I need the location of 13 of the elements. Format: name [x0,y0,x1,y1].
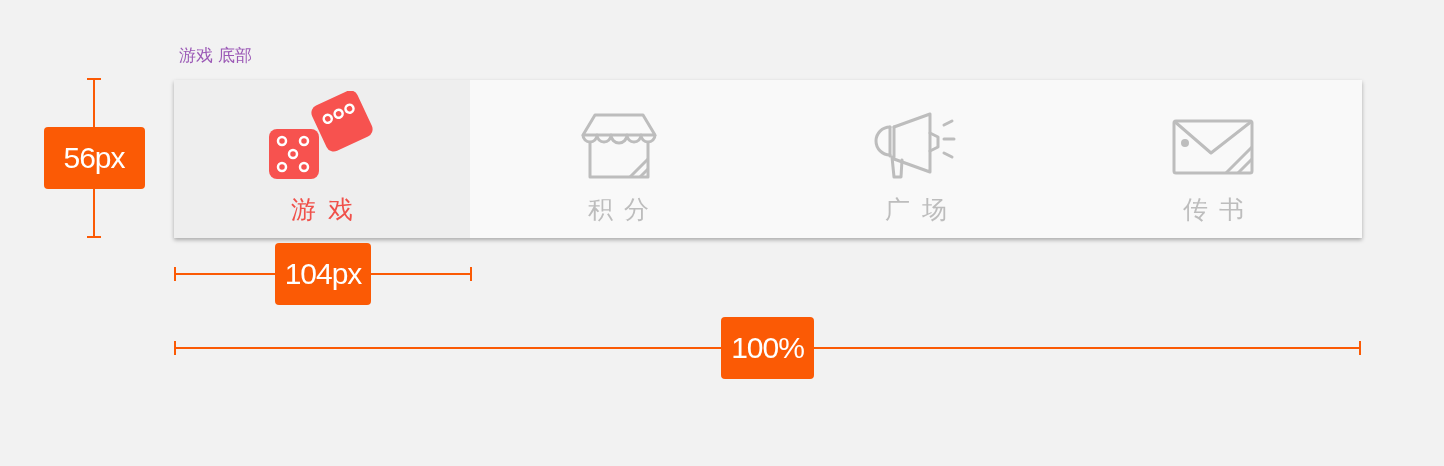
dimension-label: 56px [43,127,145,189]
tab[interactable]: 广场 [767,80,1065,238]
megaphone-icon [874,111,958,181]
tab[interactable]: 游戏 [174,80,470,238]
section-title: 游戏 底部 [178,44,254,67]
tab-label: 传书 [1182,194,1256,226]
dimension-label: 100% [721,317,814,379]
tab-label: 广场 [885,194,958,226]
tab[interactable]: 传书 [1064,80,1362,238]
dimension-label: 104px [274,243,372,305]
tab[interactable]: 积分 [470,80,768,238]
tab-label: 游戏 [291,194,364,226]
tab-label: 积分 [588,194,661,226]
